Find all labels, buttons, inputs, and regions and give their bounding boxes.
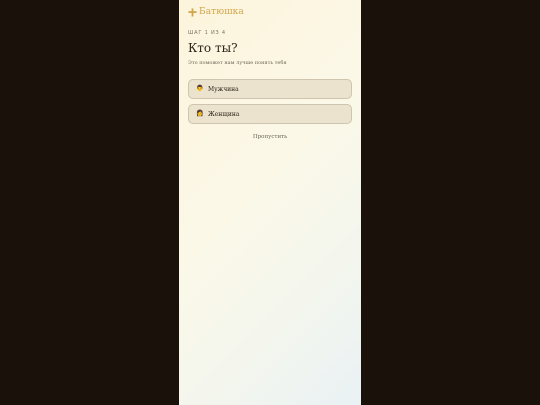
option-female-label: Женщина bbox=[208, 110, 240, 118]
skip-link[interactable]: Пропустить bbox=[179, 134, 361, 140]
option-male-label: Мужчина bbox=[208, 85, 239, 93]
cross-icon bbox=[188, 7, 197, 17]
option-male-button[interactable]: 👨 Мужчина bbox=[188, 79, 352, 99]
woman-emoji-icon: 👩 bbox=[196, 110, 204, 117]
phone-screen: Батюшка ШАГ 1 ИЗ 4 Кто ты? Это поможет н… bbox=[179, 0, 361, 405]
option-female-button[interactable]: 👩 Женщина bbox=[188, 104, 352, 124]
man-emoji-icon: 👨 bbox=[196, 85, 204, 92]
step-indicator: ШАГ 1 ИЗ 4 bbox=[188, 30, 226, 36]
brand-name: Батюшка bbox=[199, 7, 244, 17]
page-title: Кто ты? bbox=[188, 41, 238, 55]
brand-logo: Батюшка bbox=[188, 7, 244, 17]
page-subtitle: Это поможет нам лучше понять тебя bbox=[188, 60, 287, 66]
